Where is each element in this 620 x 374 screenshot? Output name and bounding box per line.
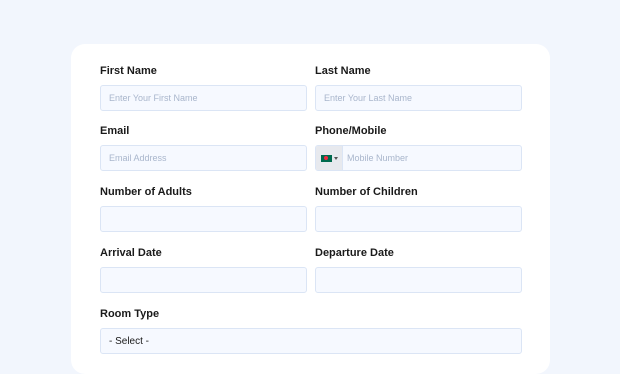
last-name-label: Last Name xyxy=(315,65,371,77)
email-input[interactable] xyxy=(100,145,307,171)
phone-field: Phone/Mobile xyxy=(315,125,522,171)
adults-label: Number of Adults xyxy=(100,186,192,198)
room-type-select[interactable]: - Select - xyxy=(100,328,522,354)
mobile-number-input[interactable] xyxy=(343,146,521,170)
phone-input-group xyxy=(315,145,522,171)
room-type-selected-value: - Select - xyxy=(109,335,150,347)
last-name-field: Last Name xyxy=(315,65,522,111)
room-type-field: Room Type - Select - xyxy=(100,308,522,354)
departure-date-input[interactable] xyxy=(315,267,522,293)
bangladesh-flag-icon xyxy=(320,154,332,162)
arrival-date-input[interactable] xyxy=(100,267,307,293)
arrival-date-field: Arrival Date xyxy=(100,247,307,293)
room-type-label: Room Type xyxy=(100,308,160,320)
arrival-date-label: Arrival Date xyxy=(100,247,162,259)
country-code-dropdown[interactable] xyxy=(316,146,343,170)
email-field: Email xyxy=(100,125,307,171)
children-field: Number of Children xyxy=(315,186,522,232)
phone-label: Phone/Mobile xyxy=(315,125,387,137)
departure-date-field: Departure Date xyxy=(315,247,522,293)
children-label: Number of Children xyxy=(315,186,418,198)
departure-date-label: Departure Date xyxy=(315,247,394,259)
email-label: Email xyxy=(100,125,130,137)
booking-form-card: First Name Last Name Email Phone/Mobile … xyxy=(71,44,550,374)
adults-input[interactable] xyxy=(100,206,307,232)
first-name-label: First Name xyxy=(100,65,157,77)
chevron-down-icon xyxy=(333,156,338,160)
last-name-input[interactable] xyxy=(315,85,522,111)
first-name-input[interactable] xyxy=(100,85,307,111)
adults-field: Number of Adults xyxy=(100,186,307,232)
children-input[interactable] xyxy=(315,206,522,232)
first-name-field: First Name xyxy=(100,65,307,111)
